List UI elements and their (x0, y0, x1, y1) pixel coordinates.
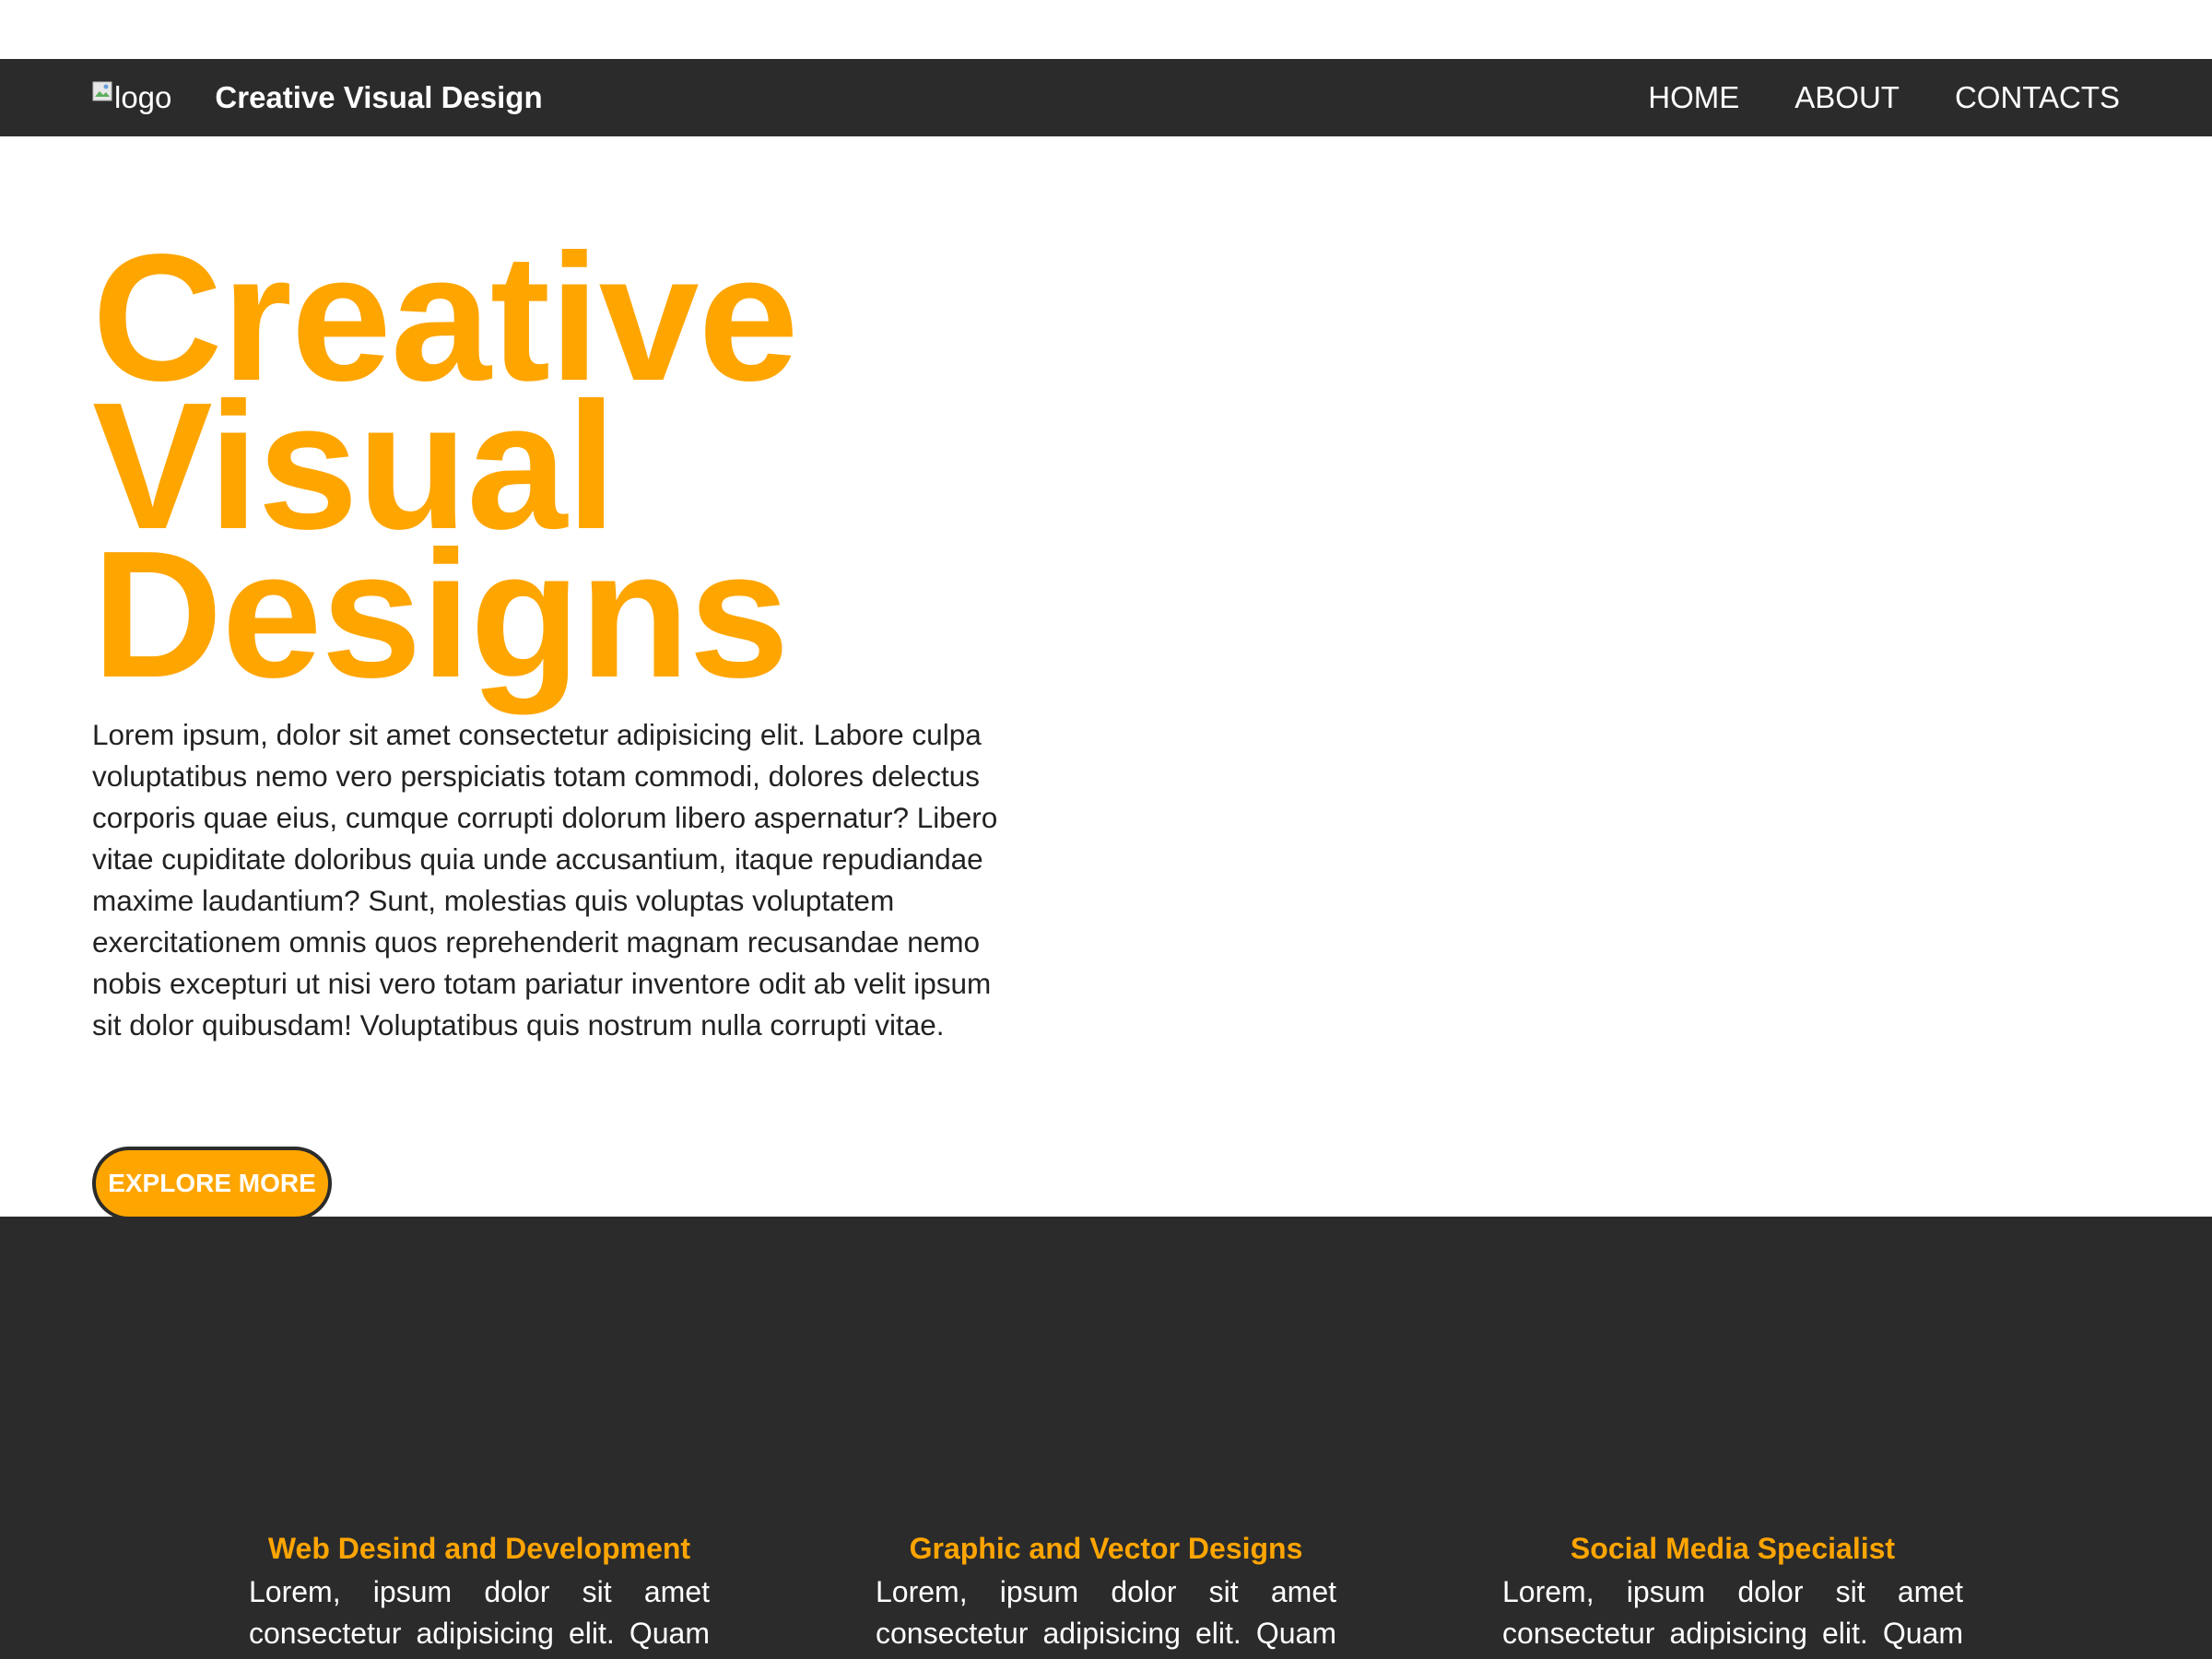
navbar: logo Creative Visual Design HOME ABOUT C… (0, 59, 2212, 136)
nav-about-link[interactable]: ABOUT (1794, 80, 1900, 115)
service-card: Web Desind and Development Lorem, ipsum … (249, 1530, 710, 1654)
nav-menu: HOME ABOUT CONTACTS (1593, 80, 2120, 115)
nav-contacts-link[interactable]: CONTACTS (1955, 80, 2120, 115)
logo-alt-text: logo (114, 80, 172, 114)
hero-paragraph: Lorem ipsum, dolor sit amet consectetur … (92, 718, 998, 1041)
top-spacer (0, 0, 2212, 59)
service-title: Social Media Specialist (1570, 1532, 1896, 1565)
explore-more-button[interactable]: EXPLORE MORE (92, 1147, 332, 1220)
service-title: Graphic and Vector Designs (909, 1532, 1303, 1565)
nav-home-link[interactable]: HOME (1648, 80, 1739, 115)
broken-image-icon (92, 81, 112, 101)
brand-title: Creative Visual Design (215, 80, 543, 114)
hero-title: Creative Visual Designs (92, 136, 1014, 715)
services-section: Web Desind and Development Lorem, ipsum … (0, 1217, 2212, 1659)
logo[interactable]: logo (92, 79, 171, 116)
service-title: Web Desind and Development (267, 1532, 691, 1565)
hero-title-line: Designs (92, 513, 789, 715)
hero-section: Creative Visual Designs Lorem ipsum, dol… (0, 136, 2212, 1220)
brand: logo Creative Visual Design (92, 79, 543, 116)
service-text: Lorem, ipsum dolor sit amet consectetur … (876, 1575, 1336, 1650)
service-text: Lorem, ipsum dolor sit amet consectetur … (249, 1575, 710, 1650)
service-card: Graphic and Vector Designs Lorem, ipsum … (876, 1530, 1336, 1654)
service-card: Social Media Specialist Lorem, ipsum dol… (1502, 1530, 1963, 1654)
service-text: Lorem, ipsum dolor sit amet consectetur … (1502, 1575, 1963, 1650)
